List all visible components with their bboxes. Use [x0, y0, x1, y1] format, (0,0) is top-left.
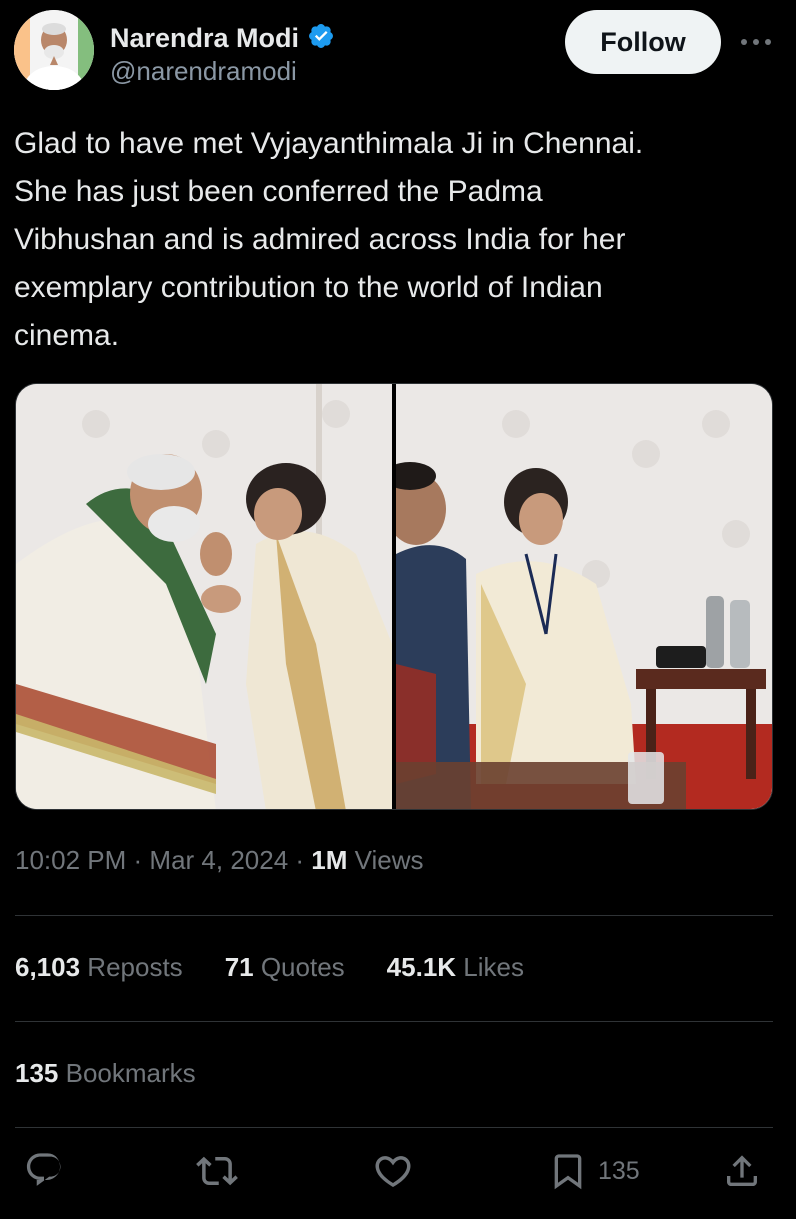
reposts-stat[interactable]: 6,103 Reposts: [15, 952, 183, 983]
tweet-header: Narendra Modi @narendramodi Follow: [14, 10, 782, 90]
quotes-stat[interactable]: 71 Quotes: [225, 952, 345, 983]
reply-button[interactable]: [24, 1150, 64, 1190]
meta-separator: ·: [126, 845, 150, 875]
divider: [15, 915, 773, 916]
share-button[interactable]: [722, 1150, 762, 1192]
engagement-stats: 6,103 Reposts 71 Quotes 45.1K Likes: [15, 952, 524, 983]
bookmark-count: 135: [598, 1156, 640, 1185]
like-button[interactable]: [372, 1150, 414, 1192]
bookmark-icon: [554, 1154, 582, 1190]
bookmarks-count: 135: [15, 1058, 59, 1088]
tweet-text: Glad to have met Vyjayanthimala Ji in Ch…: [14, 127, 644, 352]
photo-right[interactable]: [396, 384, 772, 809]
follow-button[interactable]: Follow: [565, 10, 721, 74]
likes-count: 45.1K: [386, 952, 457, 982]
name-row: Narendra Modi: [110, 22, 335, 55]
bookmark-button[interactable]: 135: [548, 1150, 640, 1192]
tweet-time[interactable]: 10:02 PM: [15, 845, 126, 875]
more-horizontal-icon[interactable]: [736, 28, 776, 56]
meta-separator: ·: [288, 845, 312, 875]
bookmarks-stat[interactable]: 135 Bookmarks: [15, 1058, 196, 1089]
quotes-count: 71: [224, 952, 254, 982]
share-icon: [727, 1155, 757, 1186]
likes-label: Likes: [456, 952, 524, 982]
reposts-label: Reposts: [80, 952, 183, 982]
divider: [15, 1127, 773, 1128]
author-name[interactable]: Narendra Modi: [110, 23, 299, 54]
bookmarks-label: Bookmarks: [58, 1058, 196, 1088]
photo-left[interactable]: [16, 384, 392, 809]
likes-stat[interactable]: 45.1K Likes: [387, 952, 524, 983]
avatar[interactable]: [14, 10, 94, 90]
tweet-meta: 10:02 PM · Mar 4, 2024 · 1M Views: [15, 845, 424, 876]
reposts-count: 6,103: [15, 952, 81, 982]
avatar-photo: [14, 10, 94, 90]
tweet-date[interactable]: Mar 4, 2024: [149, 845, 288, 875]
divider: [15, 1021, 773, 1022]
reply-icon: [26, 1153, 61, 1186]
verified-badge-icon: [307, 22, 335, 55]
heart-icon: [375, 1156, 411, 1188]
repost-button[interactable]: [196, 1150, 238, 1192]
quotes-label: Quotes: [253, 952, 345, 982]
author-handle[interactable]: @narendramodi: [110, 56, 297, 87]
views-label: Views: [347, 845, 424, 875]
repost-icon: [196, 1156, 238, 1186]
action-bar: 135: [0, 1150, 796, 1206]
views-count: 1M: [311, 845, 348, 875]
media-grid[interactable]: [15, 383, 773, 810]
